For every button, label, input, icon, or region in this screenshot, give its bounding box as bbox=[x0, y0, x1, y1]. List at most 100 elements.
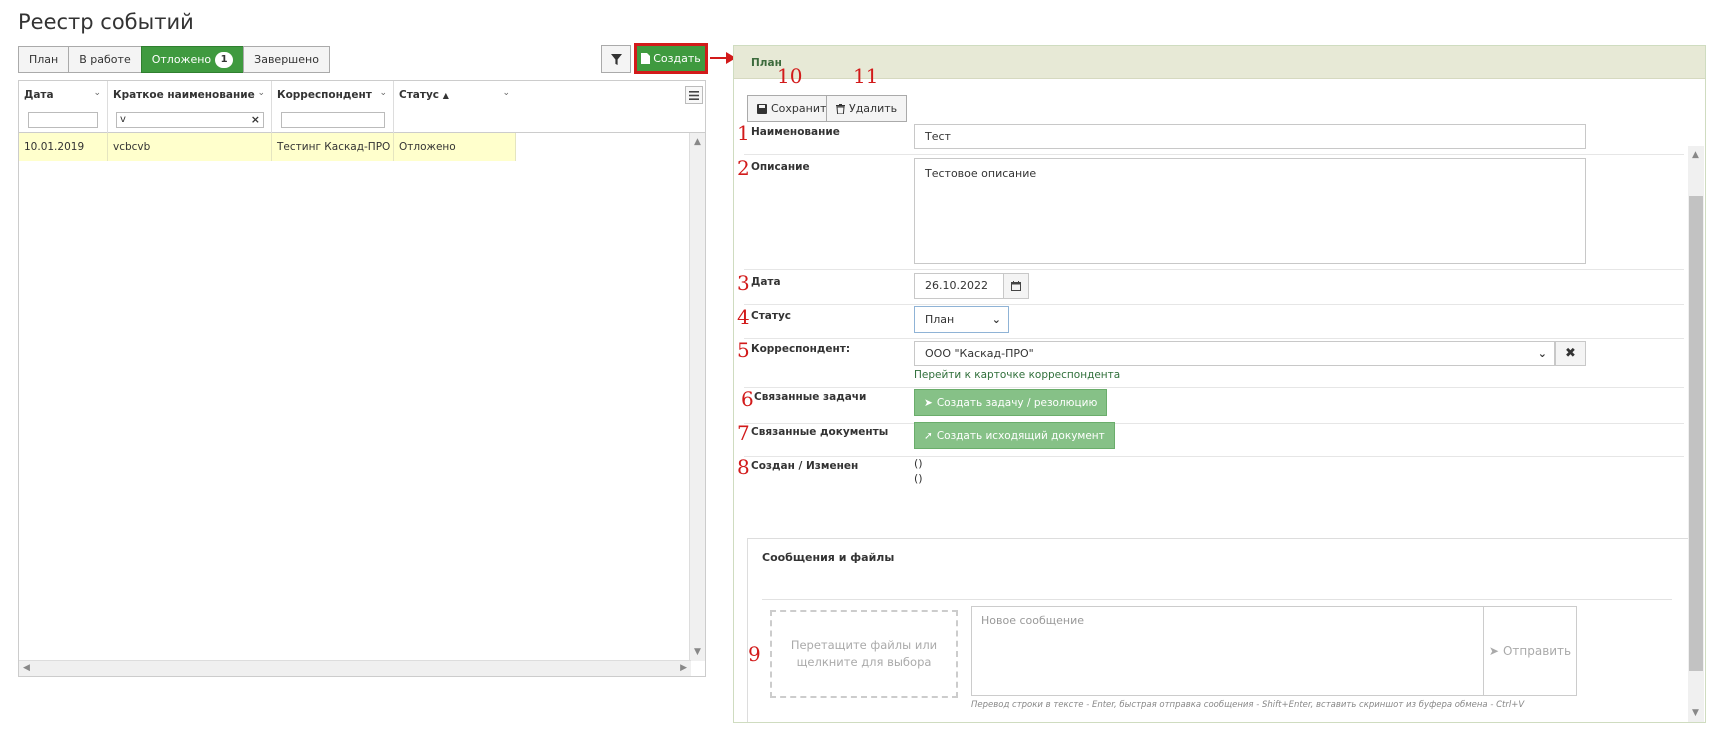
cell-correspondent: Тестинг Каскад-ПРО bbox=[272, 133, 394, 161]
chevron-down-icon: ⌄ bbox=[379, 88, 387, 98]
annotation-11: 11 bbox=[853, 64, 879, 88]
description-field[interactable]: Тестовое описание bbox=[914, 158, 1586, 264]
name-filter-value: v bbox=[120, 114, 126, 125]
scroll-up-icon[interactable]: ▲ bbox=[694, 137, 701, 147]
grid-header: Дата ⌄ Краткое наименование ⌄ v × Коррес… bbox=[19, 81, 705, 133]
calendar-button[interactable] bbox=[1003, 273, 1029, 299]
create-task-button[interactable]: ➤ Создать задачу / резолюцию bbox=[914, 389, 1108, 416]
create-document-button[interactable]: ➚ Создать исходящий документ bbox=[914, 422, 1115, 449]
created-value: () bbox=[914, 457, 923, 470]
create-task-button-label: Создать задачу / резолюцию bbox=[936, 396, 1098, 409]
divider bbox=[744, 456, 1684, 457]
related-documents-label: Связанные документы bbox=[751, 426, 889, 438]
name-filter-input[interactable]: v × bbox=[116, 112, 264, 128]
column-name-label: Краткое наименование bbox=[113, 89, 255, 101]
create-highlight: Создать bbox=[634, 43, 708, 74]
filter-button[interactable] bbox=[601, 45, 631, 73]
scroll-up-icon[interactable]: ▲ bbox=[1692, 150, 1699, 160]
event-form-panel: План 10 11 Сохранить Удалить 1 Наименова… bbox=[733, 45, 1706, 723]
annotation-5: 5 bbox=[737, 338, 750, 362]
scroll-down-icon[interactable]: ▼ bbox=[694, 647, 701, 657]
page-title: Реестр событий bbox=[18, 10, 194, 34]
scrollbar-thumb[interactable] bbox=[1689, 196, 1703, 671]
sort-asc-icon: ▲ bbox=[442, 91, 449, 100]
messages-title: Сообщения и файлы bbox=[762, 551, 895, 564]
column-date[interactable]: Дата ⌄ bbox=[19, 81, 108, 133]
filter-icon bbox=[610, 53, 622, 65]
correspondent-select[interactable]: ООО "Каскад-ПРО" ⌄ bbox=[914, 341, 1555, 366]
send-button-label: Отправить bbox=[1502, 644, 1572, 658]
column-correspondent[interactable]: Корреспондент ⌄ bbox=[272, 81, 394, 133]
name-field[interactable]: Тест bbox=[914, 124, 1586, 149]
status-label: Статус bbox=[751, 310, 792, 322]
table-row[interactable]: 10.01.2019 vcbcvb Тестинг Каскад-ПРО Отл… bbox=[19, 133, 516, 161]
tab-plan[interactable]: План bbox=[18, 46, 70, 73]
scroll-right-icon[interactable]: ▶ bbox=[680, 663, 687, 673]
annotation-9: 9 bbox=[748, 642, 761, 666]
close-icon: ✖ bbox=[1565, 346, 1576, 361]
file-drop-zone[interactable]: Перетащите файлы или щелкните для выбора bbox=[770, 610, 958, 698]
column-correspondent-label: Корреспондент bbox=[277, 89, 372, 101]
divider bbox=[744, 387, 1684, 388]
count-badge: 1 bbox=[215, 51, 234, 68]
date-filter-input[interactable] bbox=[28, 112, 98, 128]
column-menu-button[interactable] bbox=[685, 86, 703, 104]
date-field[interactable]: 26.10.2022 bbox=[914, 273, 1004, 299]
panel-scrollbar[interactable]: ▲ ▼ bbox=[1688, 146, 1704, 722]
create-button[interactable]: Создать bbox=[637, 46, 705, 71]
paper-plane-icon: ➤ bbox=[924, 396, 933, 409]
clear-correspondent-button[interactable]: ✖ bbox=[1555, 341, 1586, 366]
annotation-4: 4 bbox=[737, 305, 750, 329]
annotation-2: 2 bbox=[737, 156, 750, 180]
correspondent-filter-input[interactable] bbox=[281, 112, 385, 128]
calendar-icon bbox=[1011, 281, 1021, 291]
column-date-label: Дата bbox=[24, 89, 54, 101]
column-name[interactable]: Краткое наименование ⌄ v × bbox=[108, 81, 272, 133]
share-icon: ➚ bbox=[924, 429, 933, 442]
tab-postponed-label: Отложено bbox=[151, 53, 212, 66]
vertical-scrollbar[interactable]: ▲ ▼ bbox=[689, 133, 705, 661]
create-button-label: Создать bbox=[653, 52, 701, 65]
scroll-down-icon[interactable]: ▼ bbox=[1692, 708, 1699, 718]
column-status[interactable]: Статус ▲ ⌄ bbox=[394, 81, 516, 133]
messages-section: Сообщения и файлы Перетащите файлы или щ… bbox=[747, 538, 1690, 722]
delete-button[interactable]: Удалить bbox=[826, 95, 908, 122]
clear-icon[interactable]: × bbox=[251, 113, 260, 127]
send-button[interactable]: ➤ Отправить bbox=[1484, 606, 1577, 696]
save-button-label: Сохранить bbox=[771, 102, 833, 115]
status-tabs: План В работе Отложено 1 Завершено bbox=[18, 46, 330, 73]
annotation-7: 7 bbox=[737, 421, 750, 445]
chevron-down-icon: ⌄ bbox=[991, 313, 1001, 326]
status-select-value: План bbox=[925, 313, 955, 326]
date-label: Дата bbox=[751, 276, 781, 288]
chevron-down-icon: ⌄ bbox=[502, 88, 510, 98]
scroll-left-icon[interactable]: ◀ bbox=[23, 663, 30, 673]
related-tasks-label: Связанные задачи bbox=[754, 391, 867, 403]
annotation-3: 3 bbox=[737, 271, 750, 295]
divider bbox=[744, 423, 1684, 424]
tab-postponed[interactable]: Отложено 1 bbox=[140, 46, 245, 73]
menu-icon bbox=[689, 90, 699, 100]
events-grid: Дата ⌄ Краткое наименование ⌄ v × Коррес… bbox=[18, 80, 706, 677]
divider bbox=[762, 599, 1672, 600]
chevron-down-icon: ⌄ bbox=[257, 88, 265, 98]
create-document-button-label: Создать исходящий документ bbox=[936, 429, 1105, 442]
tab-completed[interactable]: Завершено bbox=[243, 46, 330, 73]
name-label: Наименование bbox=[751, 126, 840, 138]
tab-in-progress[interactable]: В работе bbox=[68, 46, 142, 73]
annotation-10: 10 bbox=[777, 64, 803, 88]
annotation-6: 6 bbox=[741, 387, 754, 411]
status-select[interactable]: План ⌄ bbox=[914, 306, 1009, 333]
trash-icon bbox=[836, 103, 845, 114]
chevron-down-icon: ⌄ bbox=[93, 88, 101, 98]
cell-status: Отложено bbox=[394, 133, 516, 161]
horizontal-scrollbar[interactable]: ◀ ▶ bbox=[19, 660, 691, 676]
document-icon bbox=[641, 53, 651, 64]
correspondent-select-value: ООО "Каскад-ПРО" bbox=[925, 347, 1034, 360]
correspondent-card-link[interactable]: Перейти к карточке корреспондента bbox=[914, 369, 1120, 381]
divider bbox=[744, 154, 1684, 155]
new-message-input[interactable]: Новое сообщение bbox=[971, 606, 1484, 696]
cell-date: 10.01.2019 bbox=[19, 133, 108, 161]
annotation-1: 1 bbox=[737, 121, 750, 145]
correspondent-label: Корреспондент: bbox=[751, 343, 851, 355]
